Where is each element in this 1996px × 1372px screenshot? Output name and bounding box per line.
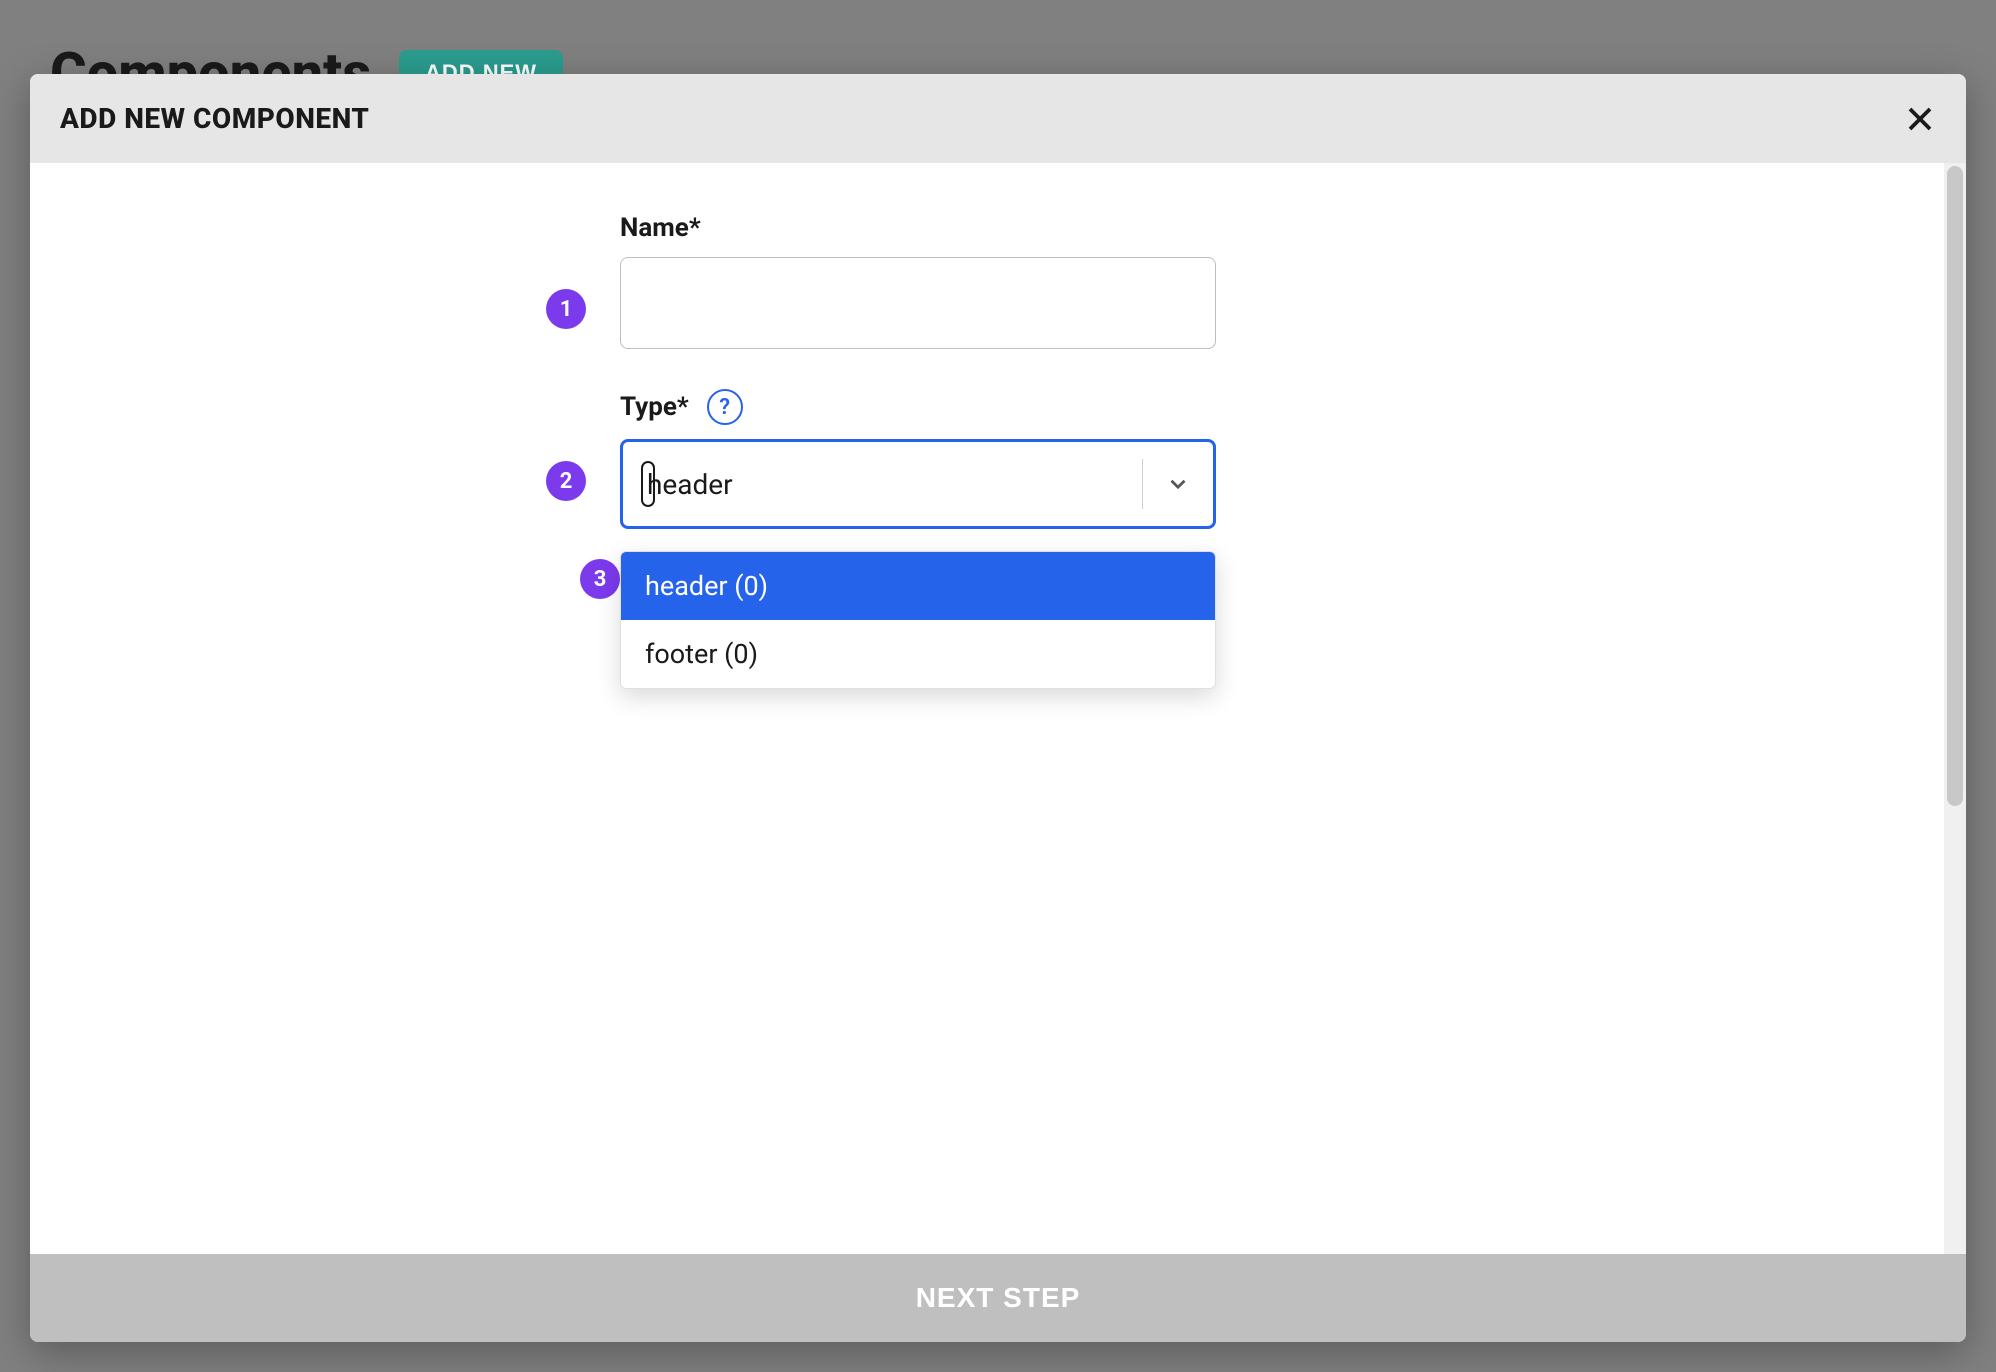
- type-select-value: header: [647, 468, 733, 501]
- help-icon[interactable]: ?: [707, 389, 743, 425]
- modal-body: 1 Name* 2 Type* ? header: [30, 163, 1966, 1254]
- name-field-group: Name*: [620, 213, 1320, 349]
- modal-title: ADD NEW COMPONENT: [60, 102, 369, 135]
- modal-header: ADD NEW COMPONENT: [30, 74, 1966, 163]
- dropdown-option-header[interactable]: header (0): [621, 552, 1215, 620]
- dropdown-option-footer[interactable]: footer (0): [621, 620, 1215, 688]
- chevron-down-icon[interactable]: [1143, 471, 1213, 497]
- form-area: 1 Name* 2 Type* ? header: [620, 213, 1320, 529]
- type-select[interactable]: header: [620, 439, 1216, 529]
- type-select-value-area[interactable]: header: [623, 442, 1142, 526]
- step-badge-2: 2: [546, 461, 586, 501]
- text-cursor-icon: [641, 461, 655, 507]
- type-label: Type*: [620, 392, 689, 422]
- type-dropdown: header (0) footer (0): [620, 551, 1216, 689]
- scrollbar-track[interactable]: [1944, 163, 1966, 1254]
- step-badge-3: 3: [580, 559, 620, 599]
- scrollbar-thumb[interactable]: [1947, 166, 1963, 806]
- next-step-button[interactable]: NEXT STEP: [916, 1282, 1081, 1314]
- name-label: Name*: [620, 213, 1320, 243]
- close-icon[interactable]: [1904, 103, 1936, 135]
- step-badge-1: 1: [546, 289, 586, 329]
- type-label-row: Type* ?: [620, 389, 1320, 425]
- add-component-modal: ADD NEW COMPONENT 1 Name* 2 Type* ?: [30, 74, 1966, 1342]
- modal-footer: NEXT STEP: [30, 1254, 1966, 1342]
- name-input[interactable]: [620, 257, 1216, 349]
- type-field-group: Type* ? header 3 header (0): [620, 389, 1320, 529]
